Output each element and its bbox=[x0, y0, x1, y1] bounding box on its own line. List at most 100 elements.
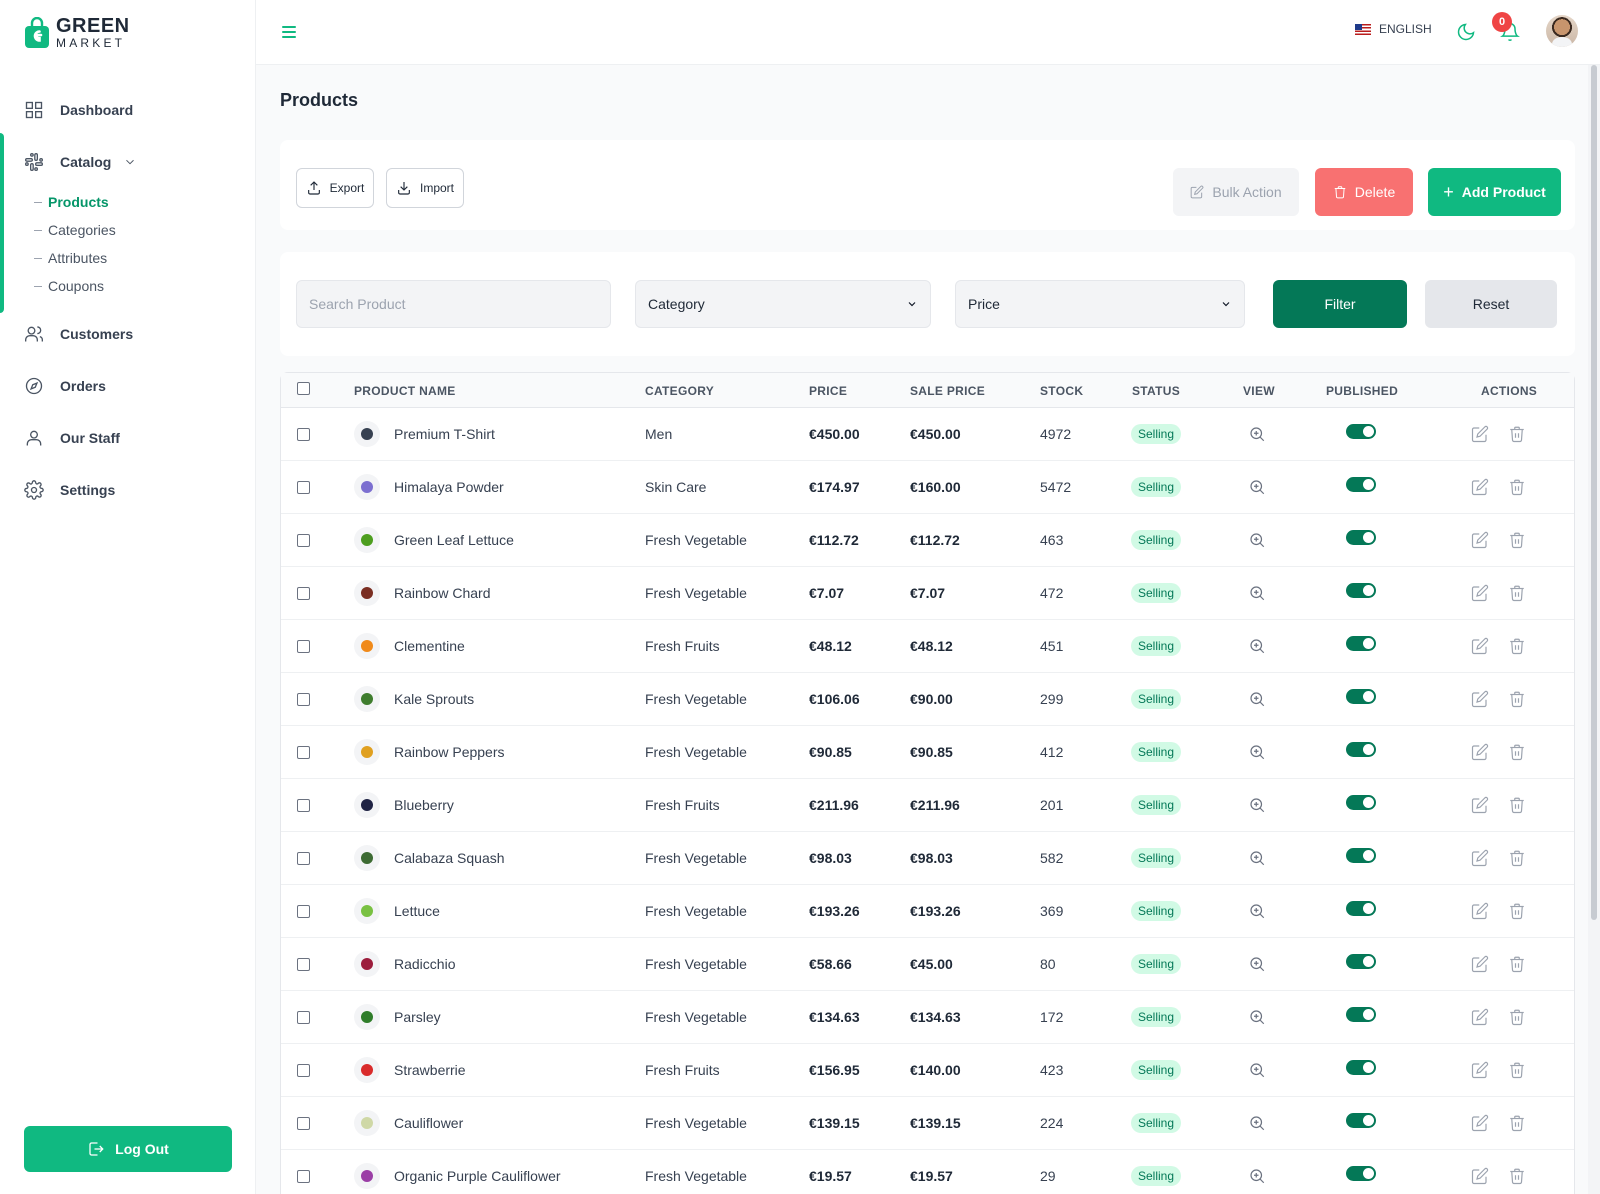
trash-icon[interactable] bbox=[1508, 849, 1526, 867]
row-checkbox[interactable] bbox=[297, 958, 310, 971]
trash-icon[interactable] bbox=[1508, 1061, 1526, 1079]
trash-icon[interactable] bbox=[1508, 584, 1526, 602]
published-toggle[interactable] bbox=[1346, 742, 1376, 757]
trash-icon[interactable] bbox=[1508, 796, 1526, 814]
row-checkbox[interactable] bbox=[297, 905, 310, 918]
column-header[interactable]: PRICE bbox=[809, 384, 847, 398]
zoom-in-icon[interactable] bbox=[1248, 1114, 1266, 1132]
edit-icon[interactable] bbox=[1471, 1061, 1489, 1079]
published-toggle[interactable] bbox=[1346, 477, 1376, 492]
column-header[interactable]: ACTIONS bbox=[1481, 384, 1537, 398]
column-header[interactable]: VIEW bbox=[1243, 384, 1275, 398]
published-toggle[interactable] bbox=[1346, 1113, 1376, 1128]
published-toggle[interactable] bbox=[1346, 1060, 1376, 1075]
zoom-in-icon[interactable] bbox=[1248, 531, 1266, 549]
row-checkbox[interactable] bbox=[297, 1170, 310, 1183]
trash-icon[interactable] bbox=[1508, 955, 1526, 973]
select-all-checkbox[interactable] bbox=[297, 382, 310, 395]
moon-icon[interactable] bbox=[1456, 22, 1476, 42]
zoom-in-icon[interactable] bbox=[1248, 637, 1266, 655]
zoom-in-icon[interactable] bbox=[1248, 1008, 1266, 1026]
edit-icon[interactable] bbox=[1471, 690, 1489, 708]
sidebar-subitem-coupons[interactable]: Coupons bbox=[34, 272, 256, 300]
zoom-in-icon[interactable] bbox=[1248, 1061, 1266, 1079]
sidebar-item-customers[interactable]: Customers bbox=[0, 308, 256, 360]
published-toggle[interactable] bbox=[1346, 954, 1376, 969]
sidebar-item-dashboard[interactable]: Dashboard bbox=[0, 84, 256, 136]
edit-icon[interactable] bbox=[1471, 743, 1489, 761]
row-checkbox[interactable] bbox=[297, 799, 310, 812]
row-checkbox[interactable] bbox=[297, 587, 310, 600]
trash-icon[interactable] bbox=[1508, 1114, 1526, 1132]
published-toggle[interactable] bbox=[1346, 901, 1376, 916]
add-product-button[interactable]: + Add Product bbox=[1428, 168, 1561, 216]
sidebar-item-catalog[interactable]: Catalog bbox=[0, 136, 256, 188]
trash-icon[interactable] bbox=[1508, 425, 1526, 443]
sidebar-subitem-categories[interactable]: Categories bbox=[34, 216, 256, 244]
sidebar-subitem-products[interactable]: Products bbox=[34, 188, 256, 216]
edit-icon[interactable] bbox=[1471, 1167, 1489, 1185]
edit-icon[interactable] bbox=[1471, 1114, 1489, 1132]
avatar[interactable] bbox=[1546, 15, 1578, 47]
zoom-in-icon[interactable] bbox=[1248, 849, 1266, 867]
published-toggle[interactable] bbox=[1346, 1166, 1376, 1181]
trash-icon[interactable] bbox=[1508, 637, 1526, 655]
column-header[interactable]: STATUS bbox=[1132, 384, 1180, 398]
zoom-in-icon[interactable] bbox=[1248, 902, 1266, 920]
published-toggle[interactable] bbox=[1346, 424, 1376, 439]
sidebar-subitem-attributes[interactable]: Attributes bbox=[34, 244, 256, 272]
edit-icon[interactable] bbox=[1471, 478, 1489, 496]
row-checkbox[interactable] bbox=[297, 693, 310, 706]
trash-icon[interactable] bbox=[1508, 478, 1526, 496]
trash-icon[interactable] bbox=[1508, 1008, 1526, 1026]
edit-icon[interactable] bbox=[1471, 796, 1489, 814]
trash-icon[interactable] bbox=[1508, 743, 1526, 761]
row-checkbox[interactable] bbox=[297, 481, 310, 494]
zoom-in-icon[interactable] bbox=[1248, 478, 1266, 496]
category-select[interactable]: Category bbox=[635, 280, 931, 328]
published-toggle[interactable] bbox=[1346, 636, 1376, 651]
price-select[interactable]: Price bbox=[955, 280, 1245, 328]
column-header[interactable]: SALE PRICE bbox=[910, 384, 985, 398]
zoom-in-icon[interactable] bbox=[1248, 425, 1266, 443]
edit-icon[interactable] bbox=[1471, 902, 1489, 920]
trash-icon[interactable] bbox=[1508, 1167, 1526, 1185]
bulk-action-button[interactable]: Bulk Action bbox=[1173, 168, 1299, 216]
scrollbar-thumb[interactable] bbox=[1591, 65, 1597, 920]
edit-icon[interactable] bbox=[1471, 955, 1489, 973]
language-selector[interactable]: ENGLISH bbox=[1355, 22, 1432, 36]
edit-icon[interactable] bbox=[1471, 849, 1489, 867]
published-toggle[interactable] bbox=[1346, 795, 1376, 810]
zoom-in-icon[interactable] bbox=[1248, 690, 1266, 708]
zoom-in-icon[interactable] bbox=[1248, 743, 1266, 761]
row-checkbox[interactable] bbox=[297, 1064, 310, 1077]
menu-toggle-icon[interactable] bbox=[282, 26, 296, 38]
row-checkbox[interactable] bbox=[297, 1011, 310, 1024]
column-header[interactable]: PUBLISHED bbox=[1326, 384, 1398, 398]
column-header[interactable]: STOCK bbox=[1040, 384, 1083, 398]
edit-icon[interactable] bbox=[1471, 584, 1489, 602]
row-checkbox[interactable] bbox=[297, 746, 310, 759]
zoom-in-icon[interactable] bbox=[1248, 1167, 1266, 1185]
filter-button[interactable]: Filter bbox=[1273, 280, 1407, 328]
zoom-in-icon[interactable] bbox=[1248, 584, 1266, 602]
trash-icon[interactable] bbox=[1508, 902, 1526, 920]
published-toggle[interactable] bbox=[1346, 530, 1376, 545]
edit-icon[interactable] bbox=[1471, 425, 1489, 443]
published-toggle[interactable] bbox=[1346, 1007, 1376, 1022]
edit-icon[interactable] bbox=[1471, 1008, 1489, 1026]
export-button[interactable]: Export bbox=[296, 168, 374, 208]
column-header[interactable]: CATEGORY bbox=[645, 384, 714, 398]
sidebar-item-orders[interactable]: Orders bbox=[0, 360, 256, 412]
published-toggle[interactable] bbox=[1346, 848, 1376, 863]
search-input[interactable] bbox=[296, 280, 611, 328]
row-checkbox[interactable] bbox=[297, 1117, 310, 1130]
row-checkbox[interactable] bbox=[297, 852, 310, 865]
logo[interactable]: GREEN MARKET bbox=[24, 16, 130, 49]
published-toggle[interactable] bbox=[1346, 689, 1376, 704]
sidebar-item-settings[interactable]: Settings bbox=[0, 464, 256, 516]
edit-icon[interactable] bbox=[1471, 531, 1489, 549]
column-header[interactable]: PRODUCT NAME bbox=[354, 384, 456, 398]
trash-icon[interactable] bbox=[1508, 690, 1526, 708]
reset-button[interactable]: Reset bbox=[1425, 280, 1557, 328]
